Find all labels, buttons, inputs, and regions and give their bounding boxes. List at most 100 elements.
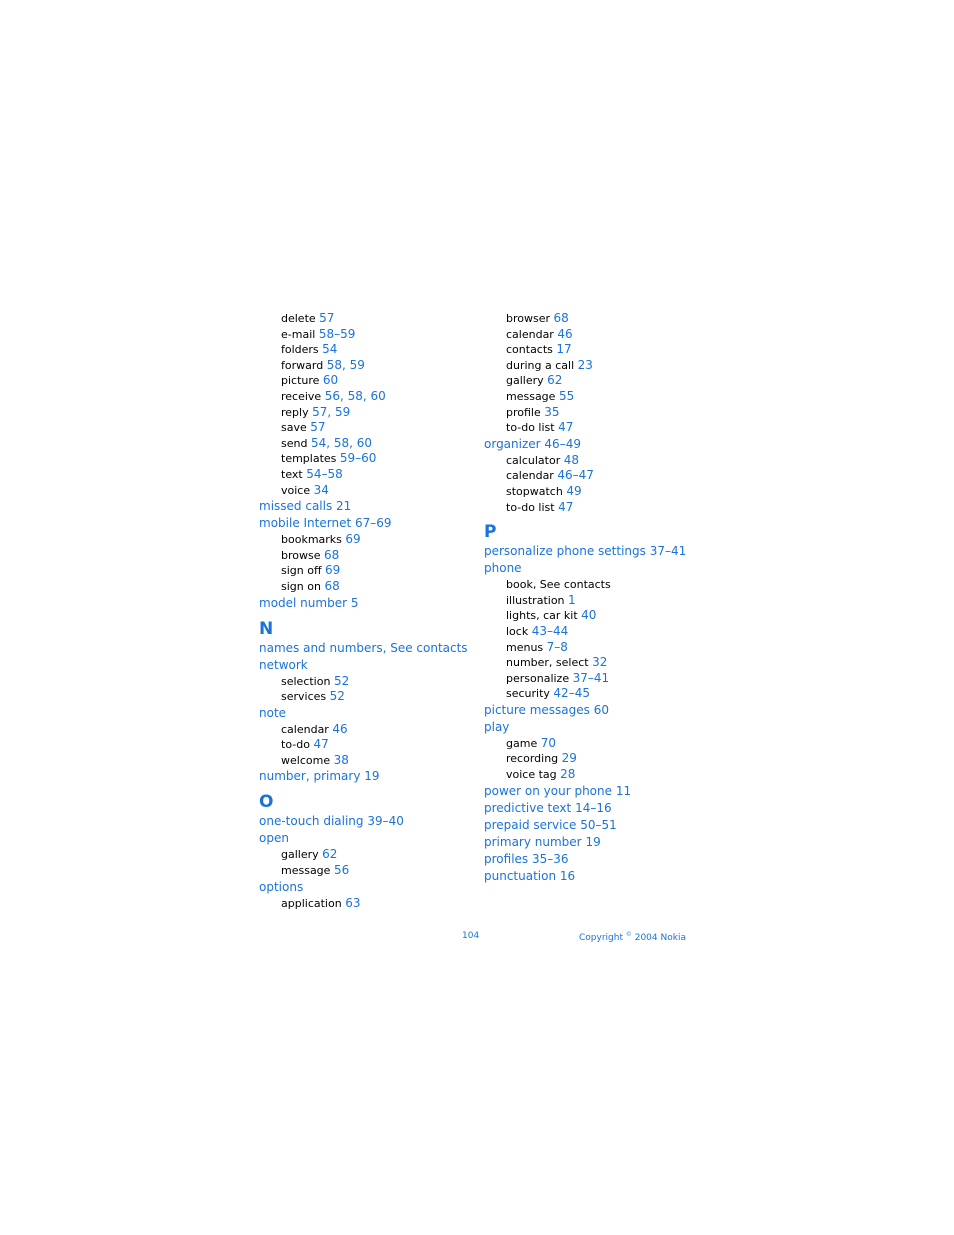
page-reference-link[interactable]: 54 bbox=[322, 342, 337, 356]
index-subentry: calendar 46–47 bbox=[484, 468, 686, 484]
page-reference-link[interactable]: 57, 59 bbox=[312, 405, 350, 419]
index-term: lights, car kit bbox=[506, 609, 578, 623]
page-reference-link[interactable]: 50–51 bbox=[580, 818, 617, 832]
index-term: personalize bbox=[506, 671, 570, 685]
page-reference-link[interactable]: 37–41 bbox=[573, 671, 610, 685]
page-reference-link[interactable]: 40 bbox=[581, 608, 596, 622]
page-reference-link[interactable]: 47 bbox=[558, 420, 573, 434]
page-reference-link[interactable]: 37–41 bbox=[650, 544, 687, 558]
copyright-symbol: © bbox=[625, 931, 632, 938]
page-reference-link[interactable]: 46 bbox=[557, 327, 572, 341]
index-entry: predictive text 14–16 bbox=[484, 800, 686, 817]
page-reference-link[interactable]: 67–69 bbox=[355, 516, 392, 530]
index-term: bookmarks bbox=[281, 533, 342, 547]
index-term: punctuation bbox=[484, 868, 557, 883]
index-entry: power on your phone 11 bbox=[484, 783, 686, 800]
page-reference-link[interactable]: 32 bbox=[592, 655, 607, 669]
page-reference-link[interactable]: 59–60 bbox=[340, 451, 377, 465]
page-reference-link[interactable]: 58, 59 bbox=[327, 358, 365, 372]
page-reference-link[interactable]: 1 bbox=[568, 593, 576, 607]
page-reference-link[interactable]: 69 bbox=[345, 532, 360, 546]
page-reference-link[interactable]: 21 bbox=[336, 499, 351, 513]
page-reference-link[interactable]: 60 bbox=[594, 703, 609, 717]
page-reference-link[interactable]: 47 bbox=[558, 500, 573, 514]
page-reference-link[interactable]: 42–45 bbox=[553, 686, 590, 700]
page-reference-link[interactable]: 63 bbox=[345, 896, 360, 910]
page-reference-link[interactable]: 68 bbox=[324, 579, 339, 593]
page-reference-link[interactable]: 47 bbox=[313, 737, 328, 751]
page-reference-link[interactable]: 69 bbox=[325, 563, 340, 577]
index-term: selection bbox=[281, 674, 331, 688]
index-subentry: message 55 bbox=[484, 389, 686, 405]
index-subentry: contacts 17 bbox=[484, 342, 686, 358]
page-reference-link[interactable]: 19 bbox=[364, 769, 379, 783]
page-reference-link[interactable]: 62 bbox=[547, 373, 562, 387]
page-reference-link[interactable]: 43–44 bbox=[532, 624, 569, 638]
page-reference-link[interactable]: 34 bbox=[314, 483, 329, 497]
page-reference-link[interactable]: 7–8 bbox=[547, 640, 568, 654]
page-reference-link[interactable]: 57 bbox=[310, 420, 325, 434]
page-reference-link[interactable]: 68 bbox=[554, 311, 569, 325]
index-subentry: templates 59–60 bbox=[259, 451, 468, 467]
index-term: sign off bbox=[281, 564, 322, 578]
index-subentry: receive 56, 58, 60 bbox=[259, 389, 468, 405]
index-entry: names and numbers, See contacts bbox=[259, 640, 468, 657]
index-subentry: during a call 23 bbox=[484, 358, 686, 374]
index-term: to-do list bbox=[506, 421, 555, 435]
page-reference-link[interactable]: 14–16 bbox=[575, 801, 612, 815]
page-reference-link[interactable]: 48 bbox=[564, 453, 579, 467]
page-reference-link[interactable]: 54–58 bbox=[306, 467, 343, 481]
index-entry: personalize phone settings 37–41 bbox=[484, 543, 686, 560]
page-reference-link[interactable]: 57 bbox=[319, 311, 334, 325]
index-term: number, select bbox=[506, 656, 589, 670]
index-subentry: forward 58, 59 bbox=[259, 358, 468, 374]
page-reference-link[interactable]: 56, 58, 60 bbox=[325, 389, 386, 403]
page-reference-link[interactable]: 17 bbox=[556, 342, 571, 356]
page-reference-link[interactable]: 58–59 bbox=[319, 327, 356, 341]
page-reference-link[interactable]: 54, 58, 60 bbox=[311, 436, 372, 450]
page-reference-link[interactable]: 68 bbox=[324, 548, 339, 562]
index-term: model number bbox=[259, 595, 348, 610]
page-reference-link[interactable]: 56 bbox=[334, 863, 349, 877]
index-term: profiles bbox=[484, 851, 529, 866]
index-subentry: to-do list 47 bbox=[484, 420, 686, 436]
index-term: picture bbox=[281, 374, 320, 388]
index-term: forward bbox=[281, 358, 324, 372]
index-term: lock bbox=[506, 624, 529, 638]
index-term: mobile Internet bbox=[259, 516, 352, 531]
index-subentry: security 42–45 bbox=[484, 686, 686, 702]
page-reference-link[interactable]: 70 bbox=[541, 736, 556, 750]
page-reference-link[interactable]: 11 bbox=[616, 784, 631, 798]
index-term: calendar bbox=[506, 469, 554, 483]
page-reference-link[interactable]: 52 bbox=[330, 689, 345, 703]
index-term: calculator bbox=[506, 453, 561, 467]
index-entry: missed calls 21 bbox=[259, 498, 468, 515]
index-subentry: voice tag 28 bbox=[484, 767, 686, 783]
page-reference-link[interactable]: 46 bbox=[332, 722, 347, 736]
page-reference-link[interactable]: 46–47 bbox=[557, 468, 594, 482]
page-reference-link[interactable]: 38 bbox=[334, 753, 349, 767]
index-subentry: lock 43–44 bbox=[484, 624, 686, 640]
page-reference-link[interactable]: 60 bbox=[323, 373, 338, 387]
index-subentry: profile 35 bbox=[484, 405, 686, 421]
page-reference-link[interactable]: 39–40 bbox=[367, 814, 404, 828]
page-reference-link[interactable]: 35 bbox=[544, 405, 559, 419]
page-reference-link[interactable]: 35–36 bbox=[532, 852, 569, 866]
page-reference-link[interactable]: 49 bbox=[566, 484, 581, 498]
index-subentry: number, select 32 bbox=[484, 655, 686, 671]
index-term: calendar bbox=[281, 722, 329, 736]
copyright-suffix: 2004 Nokia bbox=[634, 933, 686, 943]
index-subentry: selection 52 bbox=[259, 674, 468, 690]
page-reference-link[interactable]: 29 bbox=[562, 751, 577, 765]
page-reference-link[interactable]: 28 bbox=[560, 767, 575, 781]
page-reference-link[interactable]: 52 bbox=[334, 674, 349, 688]
page-reference-link[interactable]: 19 bbox=[585, 835, 600, 849]
page-reference-link[interactable]: 62 bbox=[322, 847, 337, 861]
copyright-notice: Copyright © 2004 Nokia bbox=[579, 931, 686, 943]
page-reference-link[interactable]: 46–49 bbox=[544, 437, 581, 451]
page-reference-link[interactable]: 23 bbox=[578, 358, 593, 372]
page-reference-link[interactable]: 5 bbox=[351, 596, 359, 610]
page-reference-link[interactable]: 16 bbox=[560, 869, 575, 883]
page-reference-link[interactable]: 55 bbox=[559, 389, 574, 403]
index-subentry: browse 68 bbox=[259, 548, 468, 564]
